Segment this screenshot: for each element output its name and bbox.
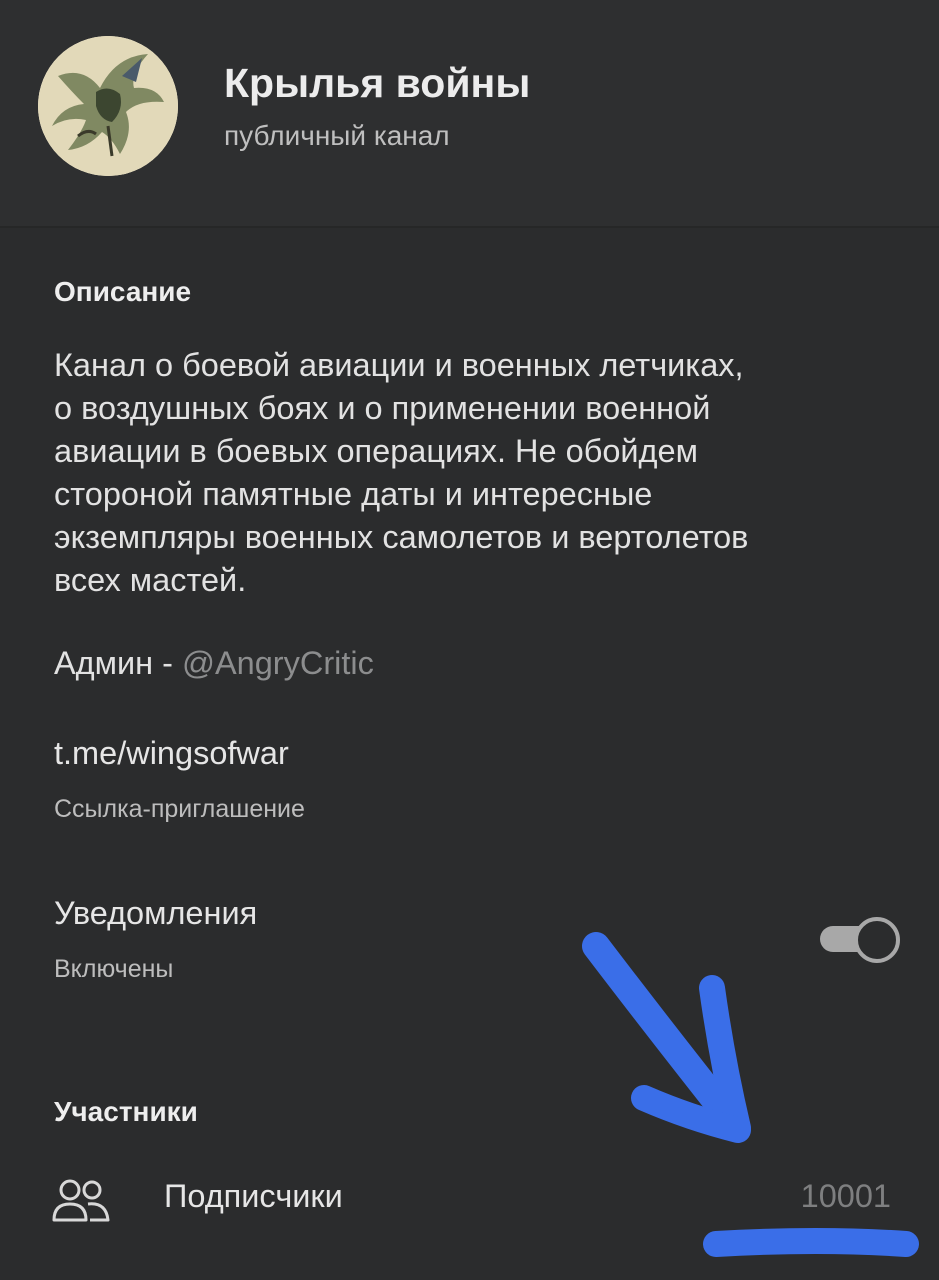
admin-prefix: Админ - <box>54 645 182 681</box>
channel-type: публичный канал <box>224 120 450 151</box>
description-line: авиации в боевых операциях. Не обойдем <box>54 433 698 469</box>
description-line: Канал о боевой авиации и военных летчика… <box>54 347 744 383</box>
notifications-status: Включены <box>54 955 174 983</box>
description-line: всех мастей. <box>54 562 247 598</box>
annotation-arrow-left-head <box>631 1085 751 1143</box>
toggle-knob <box>854 917 900 963</box>
annotation-underline <box>703 1228 919 1257</box>
subscribers-label: Подписчики <box>164 1178 343 1214</box>
members-heading: Участники <box>54 1096 198 1127</box>
subscribers-row[interactable]: Подписчики 10001 <box>0 1160 939 1240</box>
annotation-arrow-right-head <box>699 975 751 1141</box>
channel-description: Канал о боевой авиации и военных летчика… <box>54 344 894 602</box>
channel-avatar[interactable] <box>38 36 178 176</box>
description-line: стороной памятные даты и интересные <box>54 476 653 512</box>
dragon-icon <box>38 36 178 176</box>
annotation-arrow-shaft <box>582 932 750 1140</box>
description-line: экземпляры военных самолетов и вертолето… <box>54 519 749 555</box>
admin-handle-link[interactable]: @AngryCritic <box>182 645 374 681</box>
invite-link[interactable]: t.me/wingsofwar <box>54 735 289 772</box>
notifications-toggle[interactable] <box>818 916 900 963</box>
subscribers-count: 10001 <box>800 1178 891 1214</box>
admin-line: Админ - @AngryCritic <box>54 645 374 682</box>
notifications-label[interactable]: Уведомления <box>54 895 257 932</box>
users-icon <box>52 1179 110 1222</box>
description-heading: Описание <box>54 276 192 307</box>
channel-header: Крылья войны публичный канал <box>0 0 939 228</box>
invite-link-caption: Ссылка-приглашение <box>54 795 305 823</box>
description-line: о воздушных боях и о применении военной <box>54 390 711 426</box>
channel-title: Крылья войны <box>224 60 531 106</box>
